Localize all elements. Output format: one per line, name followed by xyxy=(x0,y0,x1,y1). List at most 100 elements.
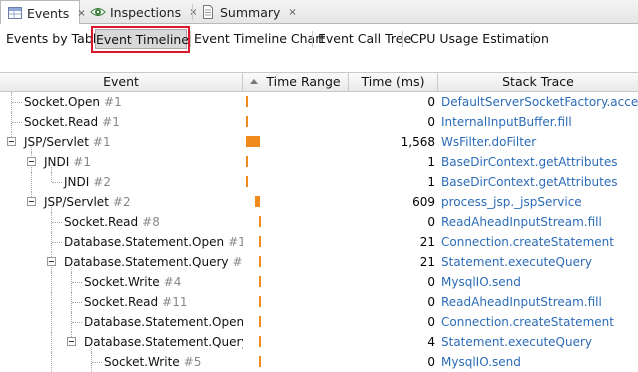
time-range-bar xyxy=(246,136,260,147)
table-row[interactable]: Socket.Write #5 0 MysqlIO.send xyxy=(0,352,638,372)
time-range-cell xyxy=(243,192,349,212)
time-cell: 21 xyxy=(419,255,435,269)
event-number: #2 xyxy=(112,195,131,209)
event-number: #1 xyxy=(228,235,243,249)
event-cell: JNDI #1 xyxy=(0,152,243,172)
event-cell: Socket.Write #4 xyxy=(0,272,243,292)
editor-tab-bar: Events × Inspections × Summary × xyxy=(0,0,638,25)
time-cell: 1,568 xyxy=(400,135,435,149)
sort-ascending-icon xyxy=(250,79,259,84)
tab-summary-label: Summary xyxy=(220,4,281,20)
time-cell: 4 xyxy=(427,335,435,349)
event-name: Socket.Read xyxy=(24,115,99,129)
event-number: #8 xyxy=(142,215,160,229)
time-cell: 21 xyxy=(419,235,435,249)
table-header: Event Time Range Time (ms) Stack Trace xyxy=(0,72,638,92)
tab-divider xyxy=(190,31,191,47)
event-name: Database.Statement.Open xyxy=(64,235,225,249)
table-row[interactable]: Database.Statement.Query#1 21 Statement.… xyxy=(0,252,638,272)
column-header-time-ms[interactable]: Time (ms) xyxy=(349,73,438,91)
stack-trace-link[interactable]: ReadAheadInputStream.fill xyxy=(438,292,638,312)
tab-events-by-table[interactable]: Events by Table xyxy=(6,29,104,49)
stack-trace-link[interactable]: WsFilter.doFilter xyxy=(438,132,638,152)
time-range-bar xyxy=(259,256,261,267)
tab-inspections[interactable]: Inspections × xyxy=(84,0,197,24)
stack-trace-link[interactable]: Statement.executeQuery xyxy=(438,252,638,272)
time-cell: 0 xyxy=(427,355,435,369)
stack-trace-link[interactable]: Statement.executeQuery xyxy=(438,332,638,352)
stack-trace-link[interactable]: DefaultServerSocketFactory.acceptSocket xyxy=(438,92,638,112)
event-number: #1 xyxy=(104,95,122,109)
stack-trace-link[interactable]: BaseDirContext.getAttributes xyxy=(438,172,638,192)
time-range-cell xyxy=(243,92,349,112)
stack-trace-link[interactable]: Connection.createStatement xyxy=(438,232,638,252)
time-range-bar xyxy=(259,276,261,287)
event-name: JNDI xyxy=(44,155,70,169)
event-number: #1 xyxy=(92,135,111,149)
tab-summary[interactable]: Summary × xyxy=(194,0,297,24)
tab-cpu-usage-estimation[interactable]: CPU Usage Estimation xyxy=(410,29,549,49)
table-row[interactable]: JNDI #2 1 BaseDirContext.getAttributes xyxy=(0,172,638,192)
tab-events-label: Events xyxy=(27,5,70,21)
event-cell: Socket.Read #8 xyxy=(0,212,243,232)
event-name: Database.Statement.Query xyxy=(84,335,243,349)
tab-divider xyxy=(402,31,403,47)
selection-highlight-box xyxy=(91,26,190,53)
time-range-bar xyxy=(246,116,248,127)
table-row[interactable]: Socket.Read #1 0 InternalInputBuffer.fill xyxy=(0,112,638,132)
table-row[interactable]: Socket.Write #4 0 MysqlIO.send xyxy=(0,272,638,292)
event-number: #1 xyxy=(232,255,243,269)
stack-trace-link[interactable]: BaseDirContext.getAttributes xyxy=(438,152,638,172)
table-row[interactable]: Socket.Read #8 0 ReadAheadInputStream.fil… xyxy=(0,212,638,232)
column-header-stack-trace[interactable]: Stack Trace xyxy=(438,73,638,91)
time-range-cell xyxy=(243,312,349,332)
event-cell: Database.Statement.Open #1 xyxy=(0,232,243,252)
stack-trace-link[interactable]: MysqlIO.send xyxy=(438,352,638,372)
stack-trace-link[interactable]: ReadAheadInputStream.fill xyxy=(438,212,638,232)
time-cell: 1 xyxy=(427,175,435,189)
stack-trace-link[interactable]: process_jsp._jspService xyxy=(438,192,638,212)
close-icon[interactable]: × xyxy=(288,7,296,18)
events-table-icon xyxy=(7,5,23,21)
event-cell: Socket.Write #5 xyxy=(0,352,243,372)
time-cell: 1 xyxy=(427,155,435,169)
table-row[interactable]: Database.Statement.Open #1 21 Connection.… xyxy=(0,232,638,252)
event-cell: Socket.Open #1 xyxy=(0,92,243,112)
table-row[interactable]: Socket.Open #1 0 DefaultServerSocketFacto… xyxy=(0,92,638,112)
table-row[interactable]: JSP/Servlet #1 1,568 WsFilter.doFilter xyxy=(0,132,638,152)
time-cell: 0 xyxy=(427,275,435,289)
stack-trace-link[interactable]: InternalInputBuffer.fill xyxy=(438,112,638,132)
document-icon xyxy=(200,4,216,20)
time-cell: 0 xyxy=(427,295,435,309)
event-cell: JSP/Servlet #1 xyxy=(0,132,243,152)
time-range-bar xyxy=(259,296,261,307)
event-name: Database.Statement.Open xyxy=(84,315,243,329)
column-header-event[interactable]: Event xyxy=(0,73,243,91)
time-range-bar xyxy=(259,236,261,247)
time-range-bar xyxy=(246,176,248,187)
spacer xyxy=(0,54,638,72)
event-name: JSP/Servlet xyxy=(44,195,109,209)
tab-divider xyxy=(533,31,534,47)
table-row[interactable]: Database.Statement.Query#2 4 Statement.e… xyxy=(0,332,638,352)
time-range-cell xyxy=(243,212,349,232)
time-range-cell xyxy=(243,272,349,292)
stack-trace-link[interactable]: MysqlIO.send xyxy=(438,272,638,292)
column-header-time-range[interactable]: Time Range xyxy=(243,73,349,91)
time-range-bar xyxy=(259,316,261,327)
tab-events[interactable]: Events × xyxy=(0,0,86,25)
tab-event-call-tree[interactable]: Event Call Tree xyxy=(318,29,411,49)
time-cell: 0 xyxy=(427,115,435,129)
table-row[interactable]: JNDI #1 1 BaseDirContext.getAttributes xyxy=(0,152,638,172)
table-row[interactable]: JSP/Servlet #2 609 process_jsp._jspServic… xyxy=(0,192,638,212)
tab-inspections-label: Inspections xyxy=(110,4,182,20)
time-range-bar xyxy=(246,96,248,107)
table-row[interactable]: Socket.Read #11 0 ReadAheadInputStream.fi… xyxy=(0,292,638,312)
stack-trace-link[interactable]: Connection.createStatement xyxy=(438,312,638,332)
event-cell: Database.Statement.Query#2 xyxy=(0,332,243,352)
event-name: JSP/Servlet xyxy=(24,135,89,149)
table-row[interactable]: Database.Statement.Open#2 0 Connection.c… xyxy=(0,312,638,332)
time-range-bar xyxy=(259,216,261,227)
time-range-bar xyxy=(259,336,261,347)
tab-event-timeline-chart[interactable]: Event Timeline Chart xyxy=(194,29,325,49)
